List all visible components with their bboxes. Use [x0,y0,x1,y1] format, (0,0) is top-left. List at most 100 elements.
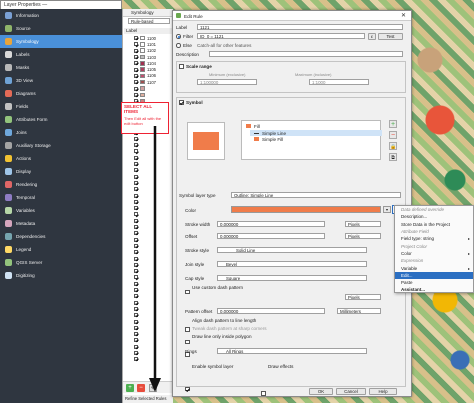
filter-input[interactable]: ID_0 = 1121 [197,33,365,39]
rule-checkbox[interactable] [134,92,138,97]
pattern-offset-unit-select[interactable]: Millimeters [337,308,381,314]
menu-item-store-data-in-the-project[interactable]: Store Data in the Project [395,221,473,228]
sidebar-item-symbology[interactable]: Symbology [0,35,122,48]
label-input[interactable]: 1121 [197,24,403,30]
sidebar-item-qgis-server[interactable]: QGIS Server [0,256,122,269]
menu-item-variable[interactable]: Variable ▸ [395,264,473,271]
rule-checkbox[interactable] [134,143,138,148]
rule-checkbox[interactable] [134,338,138,343]
description-input[interactable] [209,51,403,57]
rule-checkbox[interactable] [134,218,138,223]
refine-rules-button[interactable]: Refine Selected Rules [123,395,173,403]
sidebar-item-legend[interactable]: Legend [0,243,122,256]
expression-button[interactable]: ε [368,32,376,40]
filter-radio[interactable] [176,34,181,39]
rule-checkbox[interactable] [134,199,138,204]
rule-checkbox[interactable] [134,306,138,311]
remove-layer-icon[interactable]: − [389,131,397,139]
stroke-width-input[interactable]: 0.000000 [217,221,325,227]
tweak-dash-checkbox[interactable] [185,339,190,344]
rule-checkbox[interactable] [134,250,138,255]
duplicate-icon[interactable]: ⧉ [389,153,397,161]
rule-checkbox[interactable] [134,168,138,173]
menu-item-description[interactable]: Description... [395,213,473,220]
rule-checkbox[interactable] [134,36,138,41]
cancel-button[interactable]: Cancel [336,388,366,395]
sidebar-item-dependencies[interactable]: Dependencies [0,230,122,243]
rule-checkbox[interactable] [134,206,138,211]
menu-item-assistant[interactable]: Assistant... [395,286,473,293]
else-radio[interactable] [176,43,181,48]
rule-checkbox[interactable] [134,300,138,305]
rule-checkbox[interactable] [134,225,138,230]
menu-item-field-type-string[interactable]: Field type: string ▸ [395,235,473,242]
rule-checkbox[interactable] [134,61,138,66]
offset-unit-select[interactable]: Pixels [345,233,381,239]
lock-icon[interactable]: 🔒 [389,142,397,150]
pattern-offset-input[interactable]: 0.000000 [217,308,325,314]
cap-style-select[interactable]: Square [217,275,367,281]
help-button[interactable]: Help [369,388,397,395]
renderer-select[interactable]: Rule-based [128,18,170,24]
align-dash-checkbox[interactable] [185,327,190,332]
rule-checkbox[interactable] [134,42,138,47]
sidebar-item-digitizing[interactable]: Digitizing [0,269,122,282]
rule-checkbox[interactable] [134,332,138,337]
join-style-select[interactable]: Bevel [217,261,367,267]
maximum-scale-input[interactable]: 1:1000 [309,79,369,85]
draw-effects-checkbox[interactable] [261,391,266,396]
rule-checkbox[interactable] [134,319,138,324]
add-rule-icon[interactable]: + [126,384,134,392]
sidebar-item-variables[interactable]: Variables [0,204,122,217]
rule-checkbox[interactable] [134,243,138,248]
sidebar-item-display[interactable]: Display [0,165,122,178]
ok-button[interactable]: OK [309,388,333,395]
rule-checkbox[interactable] [134,149,138,154]
rule-checkbox[interactable] [134,187,138,192]
rule-checkbox[interactable] [134,136,138,141]
rule-checkbox[interactable] [134,155,138,160]
rule-checkbox[interactable] [134,256,138,261]
rule-checkbox[interactable] [134,212,138,217]
rule-checkbox[interactable] [134,80,138,85]
rule-checkbox[interactable] [134,357,138,362]
rule-checkbox[interactable] [134,294,138,299]
scale-range-checkbox[interactable] [179,64,184,69]
rings-select[interactable]: All Rings [217,348,367,354]
rule-checkbox[interactable] [134,67,138,72]
rule-checkbox[interactable] [134,350,138,355]
sidebar-item-information[interactable]: Information [0,9,122,22]
minimum-scale-input[interactable]: 1:100000 [197,79,257,85]
rule-checkbox[interactable] [134,281,138,286]
menu-item-paste[interactable]: Paste [395,279,473,286]
color-dropdown-icon[interactable]: ▾ [383,206,391,213]
sidebar-item-source[interactable]: Source [0,22,122,35]
rule-checkbox[interactable] [134,55,138,60]
sidebar-item-metadata[interactable]: Metadata [0,217,122,230]
remove-rule-icon[interactable]: − [137,384,145,392]
stroke-width-unit-select[interactable]: Pixels [345,221,381,227]
sidebar-item-joins[interactable]: Joins [0,126,122,139]
rule-checkbox[interactable] [134,73,138,78]
rule-checkbox[interactable] [134,48,138,53]
sidebar-item-actions[interactable]: Actions [0,152,122,165]
enable-symbol-layer-checkbox[interactable] [185,386,190,391]
sidebar-item-diagrams[interactable]: Diagrams [0,87,122,100]
sidebar-item-fields[interactable]: Fields [0,100,122,113]
rule-checkbox[interactable] [134,313,138,318]
menu-item-color[interactable]: Color ▸ [395,250,473,257]
menu-item-edit[interactable]: Edit... [395,271,473,279]
rule-checkbox[interactable] [134,180,138,185]
offset-input[interactable]: 0.000000 [217,233,325,239]
dash-unit-select[interactable]: Pixels [345,294,381,300]
symbol-layer-tree[interactable]: Fill Simple Line Simple Fill [241,120,382,160]
sidebar-item-3d-view[interactable]: 3D View [0,74,122,87]
symbol-layer-type-select[interactable]: Outline: Simple Line [231,192,401,198]
rule-checkbox[interactable] [134,174,138,179]
custom-dash-checkbox[interactable] [185,289,190,294]
test-button[interactable]: Test [378,32,403,40]
symbol-checkbox[interactable] [179,100,184,105]
rule-checkbox[interactable] [134,237,138,242]
rule-checkbox[interactable] [134,275,138,280]
sidebar-item-rendering[interactable]: Rendering [0,178,122,191]
